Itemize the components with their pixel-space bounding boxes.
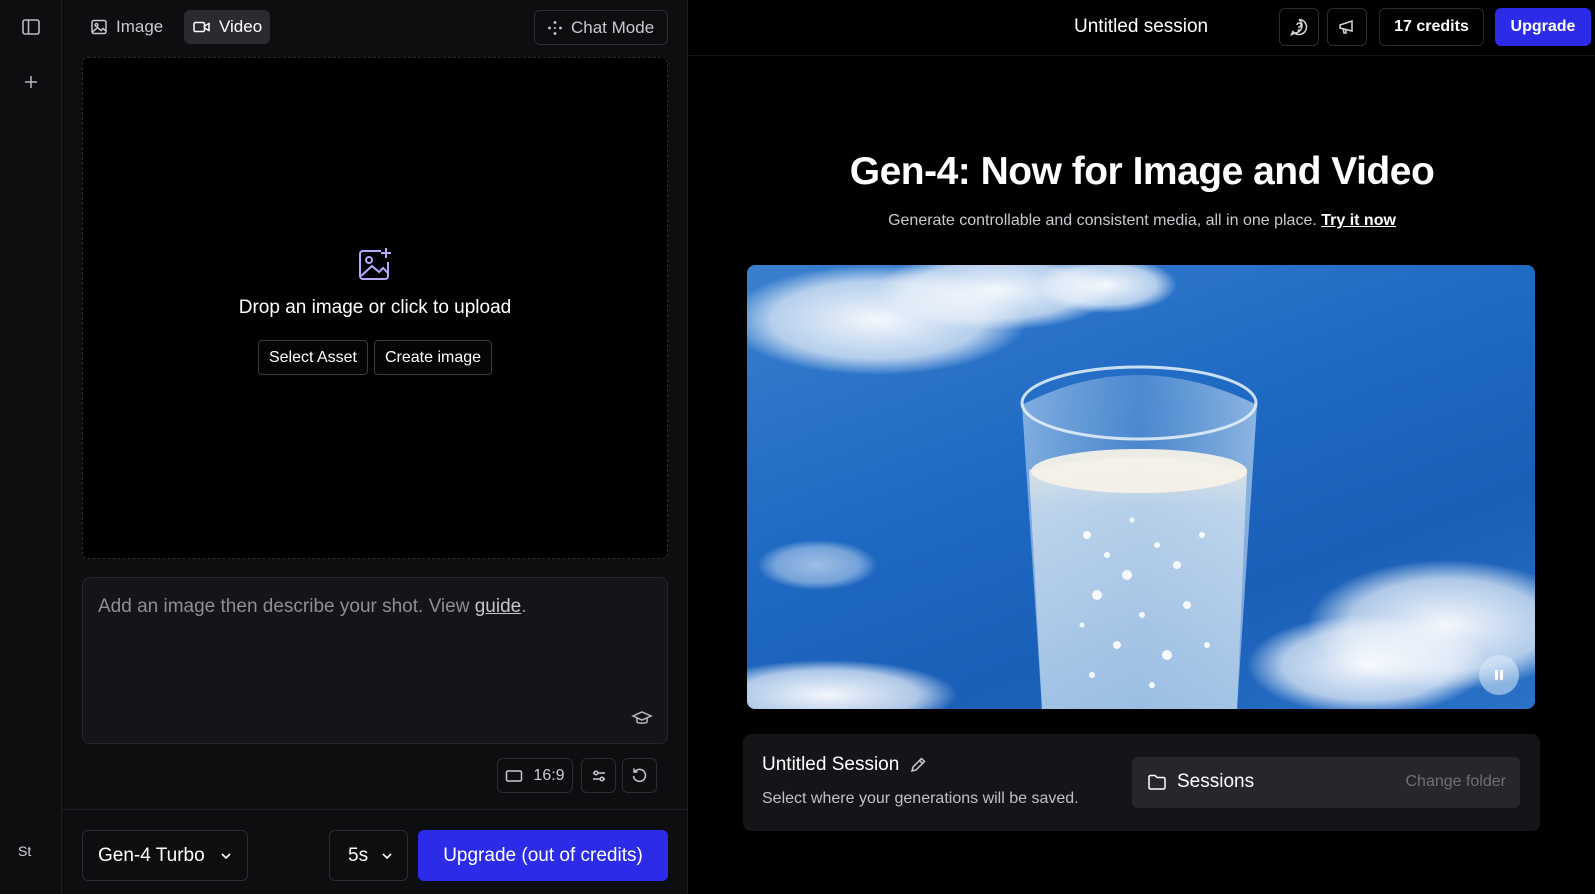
guide-link[interactable]: guide [475, 596, 522, 617]
icon-rail: St [0, 0, 62, 894]
prompt-placeholder-text: Add an image then describe your shot. Vi… [98, 596, 475, 617]
chat-help-icon [1289, 18, 1308, 36]
select-asset-button[interactable]: Select Asset [257, 340, 368, 375]
try-it-now-link[interactable]: Try it now [1321, 212, 1396, 229]
session-name-text: Untitled Session [762, 754, 900, 775]
model-select-value: Gen-4 Turbo [98, 844, 205, 866]
promo-video-frame [747, 265, 1535, 709]
new-session-plus-icon[interactable] [16, 67, 46, 97]
tab-video[interactable]: Video [184, 10, 271, 44]
prompt-input[interactable]: Add an image then describe your shot. Vi… [82, 577, 668, 744]
duration-select-value: 5s [348, 844, 369, 866]
video-icon [193, 21, 210, 33]
pencil-icon[interactable] [909, 756, 927, 774]
aspect-ratio-value: 16:9 [533, 766, 565, 784]
chevron-down-icon [221, 852, 231, 859]
session-name: Untitled Session [762, 754, 927, 776]
chat-mode-button[interactable]: Chat Mode [534, 10, 668, 45]
prompt-placeholder-end: . [521, 596, 527, 617]
session-save-hint: Select where your generations will be sa… [762, 790, 1079, 807]
generation-bottom-bar: Gen-4 Turbo 5s Upgrade (out of credits) [62, 809, 688, 894]
image-dropzone[interactable]: Drop an image or click to upload Select … [82, 57, 668, 559]
sparkle-dots-icon [548, 20, 562, 35]
upgrade-out-of-credits-button[interactable]: Upgrade (out of credits) [418, 830, 668, 881]
credits-badge[interactable]: 17 credits [1379, 8, 1484, 46]
reset-button[interactable] [622, 758, 657, 793]
megaphone-icon [1339, 19, 1353, 34]
add-image-icon [355, 244, 395, 284]
hero-title: Gen-4: Now for Image and Video [849, 150, 1435, 193]
session-panel: Untitled session 17 credits Upgrade Gen-… [689, 0, 1595, 894]
prompt-placeholder: Add an image then describe your shot. Vi… [98, 596, 527, 618]
sidebar-toggle-icon[interactable] [16, 12, 46, 42]
reset-icon [632, 768, 647, 783]
tab-image[interactable]: Image [82, 10, 171, 44]
folder-selector[interactable]: Sessions Change folder [1132, 757, 1520, 808]
generation-panel: Image Video Chat Mode Drop an image or c… [62, 0, 688, 894]
graduation-cap-icon[interactable] [631, 707, 653, 729]
pause-button[interactable] [1479, 655, 1519, 695]
workspace-avatar-label[interactable]: St [18, 843, 31, 859]
tab-image-label: Image [116, 17, 164, 36]
create-image-button[interactable]: Create image [374, 340, 493, 375]
announcements-button[interactable] [1327, 8, 1367, 46]
image-icon [91, 19, 107, 35]
pause-icon [1495, 670, 1503, 680]
model-select[interactable]: Gen-4 Turbo [82, 830, 248, 881]
folder-name-text: Sessions [1177, 771, 1255, 792]
folder-icon [1148, 774, 1166, 790]
aspect-ratio-button[interactable]: 16:9 [497, 758, 573, 793]
mode-toolbar: Image Video Chat Mode [62, 0, 688, 56]
tab-video-label: Video [219, 17, 263, 36]
aspect-ratio-icon [506, 769, 523, 782]
session-card: Untitled Session Select where your gener… [743, 734, 1540, 831]
session-title: Untitled session [1074, 16, 1209, 37]
upgrade-button[interactable]: Upgrade [1495, 8, 1591, 46]
chat-mode-label: Chat Mode [571, 17, 655, 37]
dropzone-instruction: Drop an image or click to upload [238, 297, 512, 318]
hero-subtitle-text: Generate controllable and consistent med… [888, 212, 1317, 229]
promo-video[interactable] [747, 265, 1535, 709]
change-folder-link[interactable]: Change folder [1405, 773, 1506, 791]
sliders-icon [592, 769, 605, 782]
settings-sliders-button[interactable] [581, 758, 616, 793]
session-header: Untitled session 17 credits Upgrade [689, 0, 1595, 56]
duration-select[interactable]: 5s [329, 830, 408, 881]
folder-name: Sessions [1147, 771, 1254, 793]
chevron-down-icon [382, 852, 392, 859]
feedback-button[interactable] [1279, 8, 1319, 46]
hero-subtitle: Generate controllable and consistent med… [689, 212, 1595, 230]
